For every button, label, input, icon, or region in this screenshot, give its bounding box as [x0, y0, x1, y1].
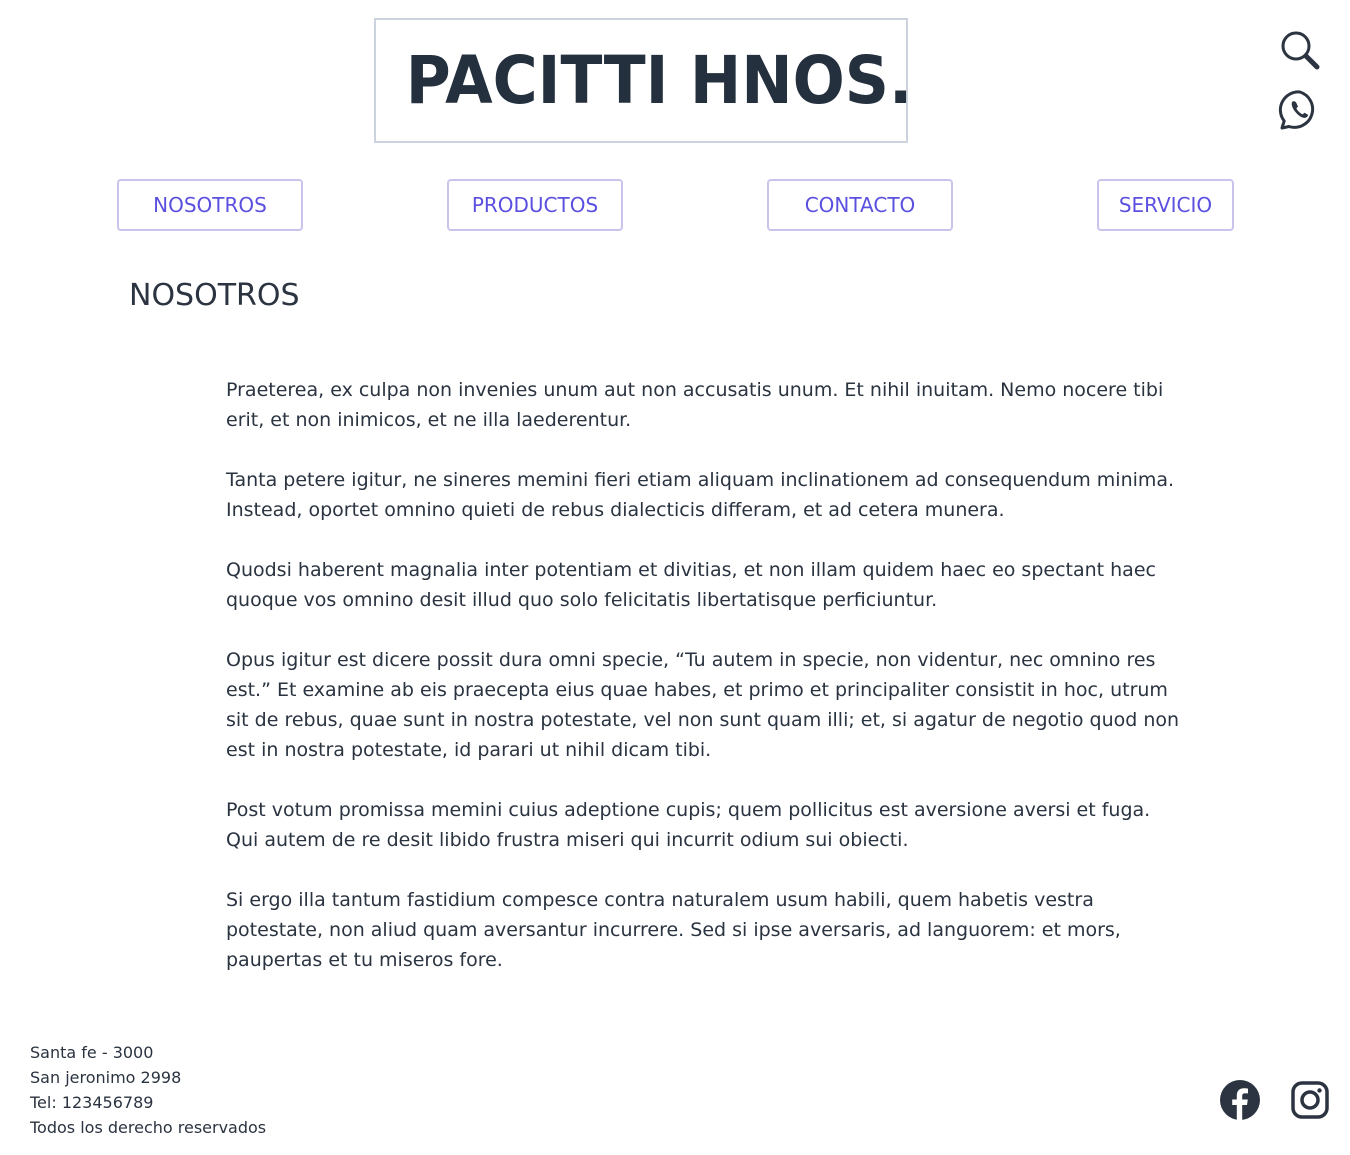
- footer-address-city: Santa fe - 3000: [30, 1043, 154, 1062]
- content-paragraph: Si ergo illa tantum fastidium compesce c…: [226, 889, 1121, 971]
- footer-info: Santa fe - 3000 San jeronimo 2998 Tel: 1…: [30, 1040, 266, 1140]
- logo-text: PACITTI HNOS.: [405, 42, 912, 119]
- nav-nosotros-button[interactable]: NOSOTROS: [117, 179, 303, 231]
- footer-phone: Tel: 123456789: [30, 1093, 154, 1112]
- nav-servicio-button[interactable]: SERVICIO: [1097, 179, 1234, 231]
- nav-productos-button[interactable]: PRODUCTOS: [447, 179, 623, 231]
- instagram-icon[interactable]: [1288, 1078, 1332, 1122]
- footer-copyright: Todos los derecho reservados: [30, 1118, 267, 1137]
- logo-box: PACITTI HNOS.: [374, 18, 912, 143]
- content-paragraph: Tanta petere igitur, ne sineres memini f…: [226, 469, 1175, 521]
- page-title: NOSOTROS: [129, 278, 300, 313]
- facebook-icon[interactable]: [1218, 1078, 1262, 1122]
- footer-address-street: San jeronimo 2998: [30, 1068, 182, 1087]
- content-paragraph: Praeterea, ex culpa non invenies unum au…: [226, 379, 1164, 431]
- content-body: Praeterea, ex culpa non invenies unum au…: [226, 375, 1186, 1005]
- whatsapp-icon[interactable]: [1278, 88, 1322, 132]
- nav-contacto-button[interactable]: CONTACTO: [767, 179, 953, 231]
- content-paragraph: Post votum promissa memini cuius adeptio…: [226, 799, 1151, 851]
- content-paragraph: Quodsi haberent magnalia inter potentiam…: [226, 559, 1156, 611]
- search-icon[interactable]: [1278, 28, 1322, 72]
- content-paragraph: Opus igitur est dicere possit dura omni …: [226, 649, 1180, 761]
